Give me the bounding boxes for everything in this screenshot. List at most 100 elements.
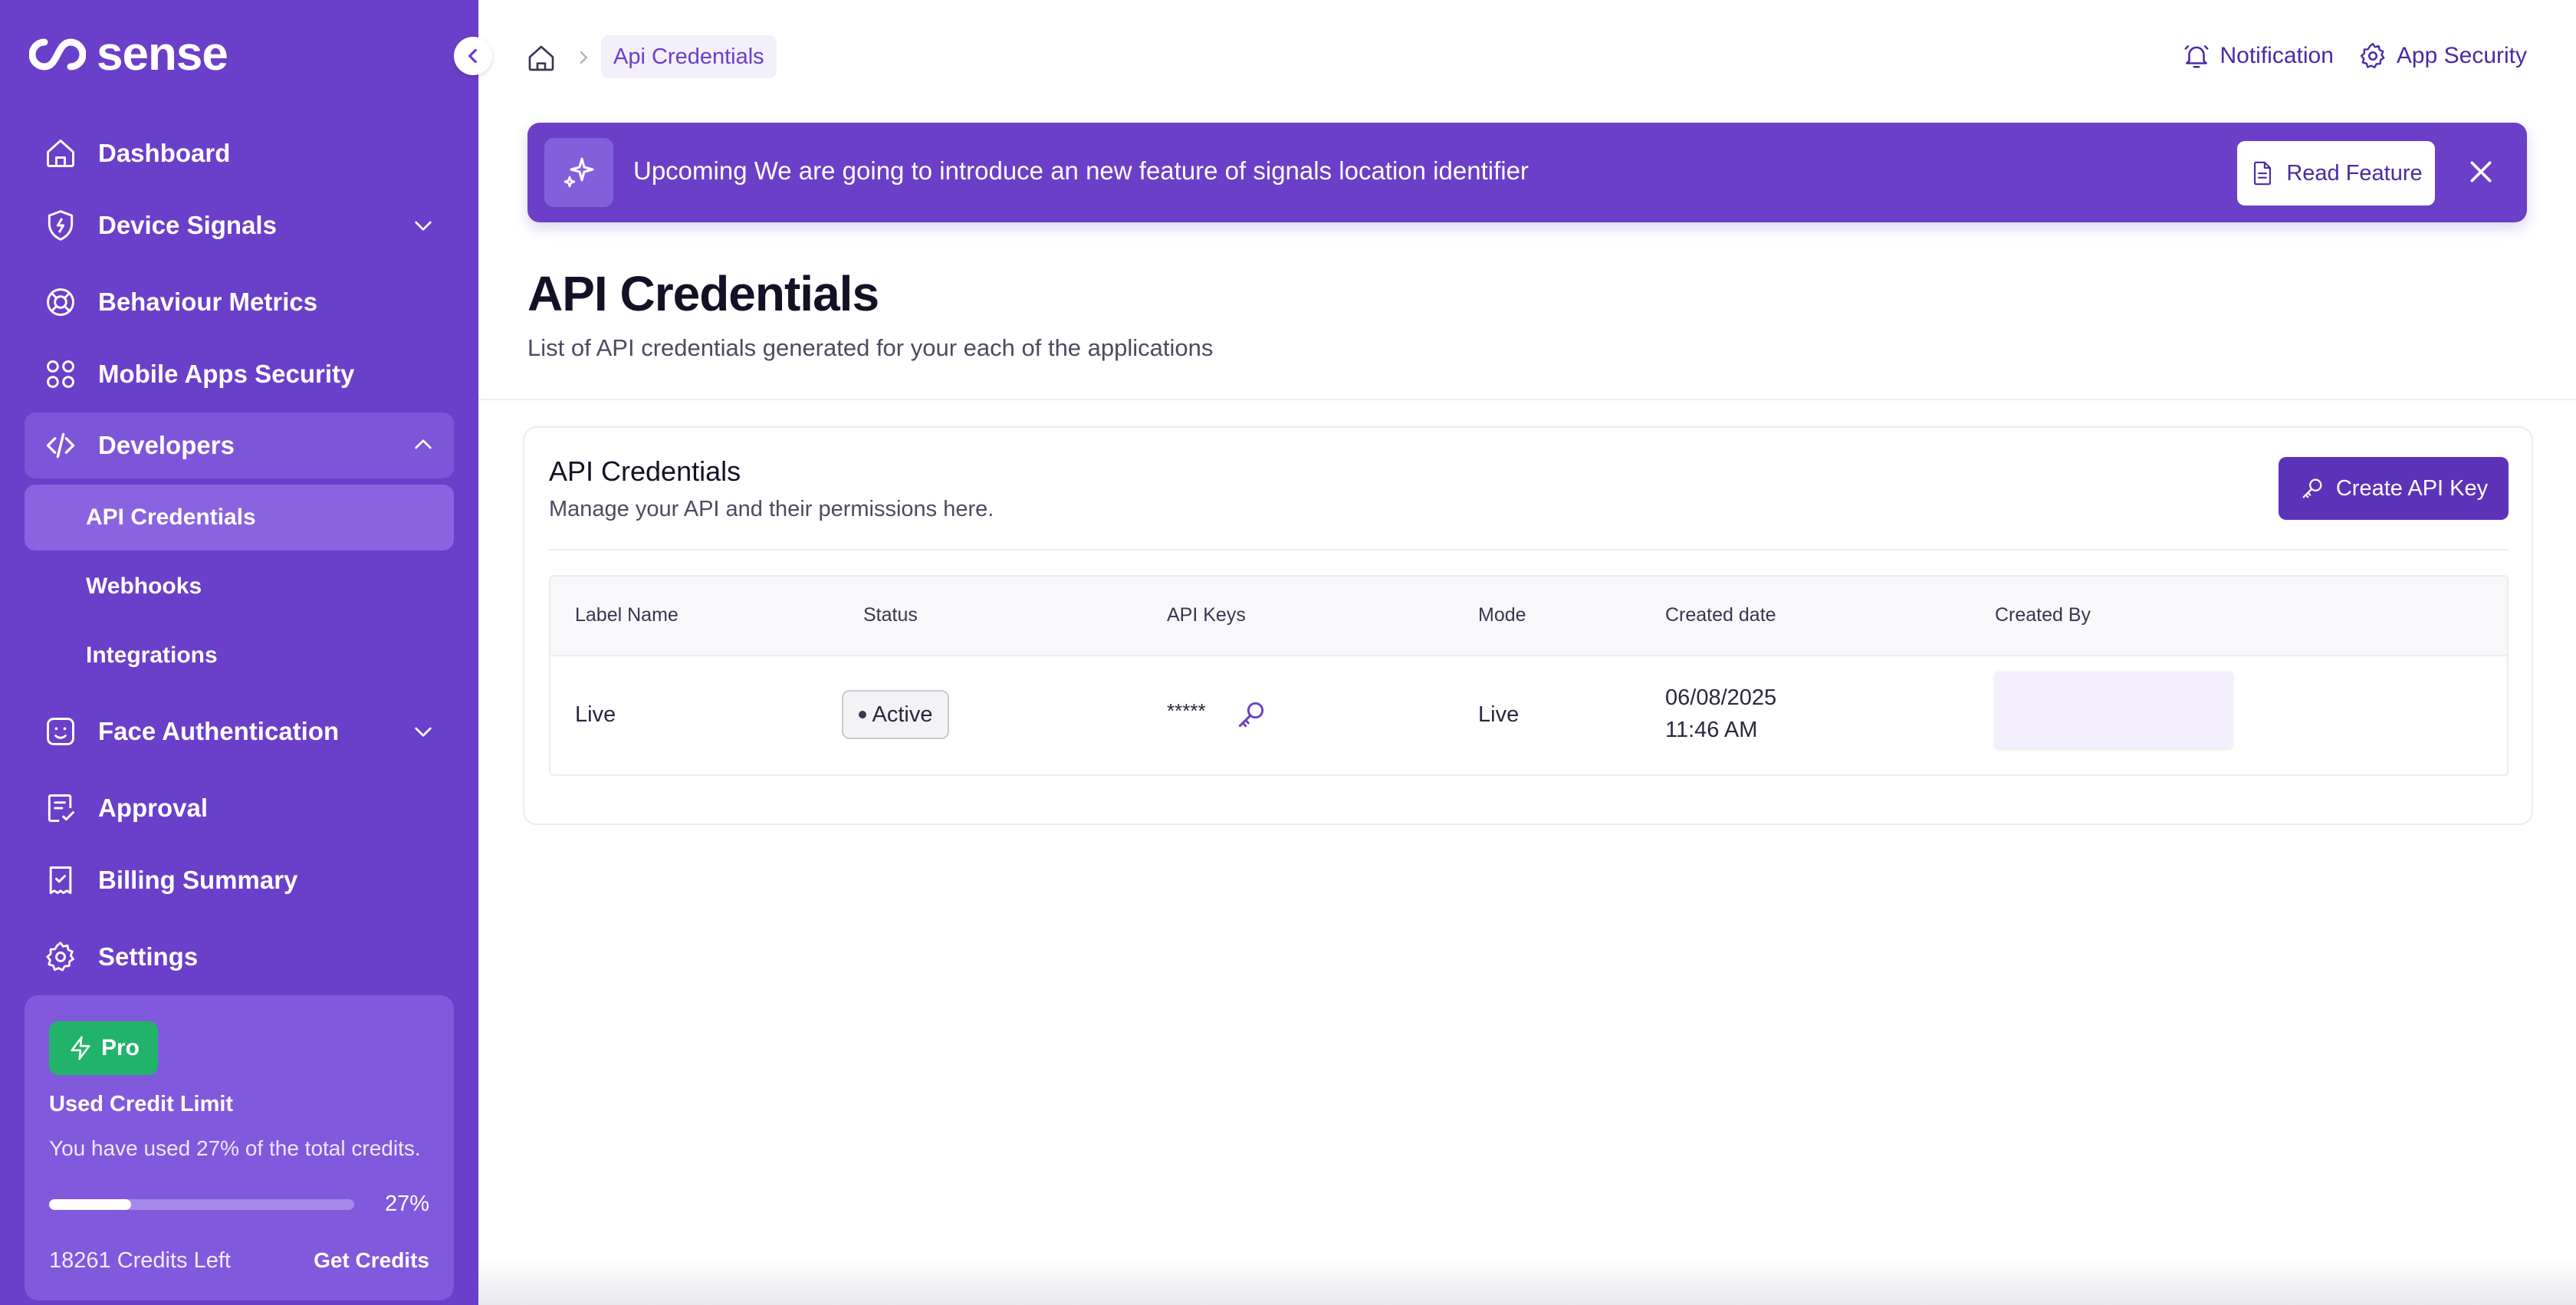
sidebar-item-behaviour-metrics[interactable]: Behaviour Metrics [25, 270, 454, 334]
header-divider [478, 399, 2576, 400]
home-icon [43, 136, 78, 171]
sidebar-item-label: Mobile Apps Security [98, 360, 355, 388]
sidebar-item-label: Device Signals [98, 211, 277, 239]
column-header-created-by[interactable]: Created By [1995, 604, 2091, 626]
credit-progress-fill [49, 1199, 132, 1210]
sidebar-item-developers[interactable]: Developers [25, 413, 454, 478]
app-logo[interactable]: sense [29, 31, 228, 78]
breadcrumb-current[interactable]: Api Credentials [601, 35, 777, 78]
credit-progress-bar [49, 1199, 354, 1210]
column-header-label-name[interactable]: Label Name [575, 604, 678, 626]
app-security-button[interactable]: App Security [2358, 41, 2527, 71]
read-feature-button[interactable]: Read Feature [2237, 141, 2435, 205]
cell-api-key-masked: ***** [1167, 699, 1206, 722]
sparkles-icon [544, 138, 613, 207]
banner-text: Upcoming We are going to introduce an ne… [633, 156, 1529, 185]
lightning-icon [71, 1036, 90, 1060]
card-divider [549, 549, 2509, 551]
gear-icon [2360, 42, 2385, 69]
sidebar-item-label: Developers [98, 431, 235, 459]
sidebar-item-label: Settings [98, 942, 199, 971]
credits-left: 18261 Credits Left [49, 1248, 231, 1273]
plan-label: Pro [100, 1035, 140, 1060]
create-api-key-label: Create API Key [2335, 475, 2489, 501]
page-title: API Credentials [527, 266, 879, 321]
read-feature-label: Read Feature [2286, 160, 2423, 186]
column-header-mode[interactable]: Mode [1478, 604, 1526, 626]
home-icon[interactable] [526, 43, 557, 74]
sense-logo-icon [29, 38, 86, 71]
column-header-api-keys[interactable]: API Keys [1167, 604, 1246, 626]
credit-usage-card: Pro Used Credit Limit You have used 27% … [25, 995, 454, 1300]
credit-percent: 27% [384, 1192, 429, 1216]
sidebar-item-label: Approval [98, 794, 209, 822]
table-header: Label Name Status API Keys Mode Created … [550, 577, 2507, 656]
credit-description: You have used 27% of the total credits. [49, 1136, 421, 1160]
page-subtitle: List of API credentials generated for yo… [527, 334, 1214, 361]
column-header-created-date[interactable]: Created date [1665, 604, 1776, 626]
code-icon [43, 428, 78, 463]
receipt-check-icon [43, 863, 78, 898]
column-header-status[interactable]: Status [863, 604, 918, 626]
close-icon[interactable] [2466, 156, 2496, 187]
status-dot [858, 711, 866, 718]
cell-created-by [1995, 672, 2233, 748]
plan-badge: Pro [49, 1021, 158, 1075]
card-title: API Credentials [549, 455, 741, 487]
status-badge: Active [842, 690, 949, 739]
create-api-key-button[interactable]: Create API Key [2279, 457, 2509, 520]
notification-label: Notification [2220, 43, 2334, 68]
sidebar-item-dashboard[interactable]: Dashboard [25, 121, 454, 186]
chevron-left-icon [468, 48, 477, 64]
collapse-sidebar-button[interactable] [454, 37, 492, 75]
sidebar-item-label: Behaviour Metrics [98, 288, 318, 316]
cell-mode: Live [1478, 702, 1520, 727]
card-subtitle: Manage your API and their permissions he… [549, 497, 994, 521]
main-content: Api Credentials Notification App Securit… [478, 0, 2576, 1305]
sidebar-item-billing-summary[interactable]: Billing Summary [25, 848, 454, 912]
sidebar-subitem-api-credentials[interactable]: API Credentials [25, 485, 454, 551]
credit-title: Used Credit Limit [49, 1092, 234, 1116]
chevron-down-icon [415, 221, 432, 231]
announcement-banner: Upcoming We are going to introduce an ne… [527, 123, 2527, 222]
bell-icon [2183, 45, 2209, 68]
sidebar-item-approval[interactable]: Approval [25, 776, 454, 840]
lifebuoy-icon [43, 284, 78, 320]
chevron-down-icon [415, 727, 432, 737]
sidebar-item-mobile-apps-security[interactable]: Mobile Apps Security [25, 342, 454, 406]
api-credentials-card: API Credentials Manage your API and thei… [523, 426, 2533, 825]
document-icon [2254, 161, 2272, 186]
face-scan-icon [43, 714, 78, 749]
sidebar-subitem-label: API Credentials [86, 505, 256, 530]
sidebar-subitem-label: Integrations [86, 643, 218, 668]
sidebar: sense Dashboard Device Signals Behaviour… [0, 0, 492, 1305]
cell-created-time: 11:46 AM [1665, 718, 1758, 742]
sidebar-item-label: Billing Summary [98, 866, 298, 894]
sidebar-item-label: Dashboard [98, 139, 231, 167]
sidebar-item-device-signals[interactable]: Device Signals [25, 193, 454, 258]
grid-icon [43, 357, 78, 392]
sidebar-subitem-webhooks[interactable]: Webhooks [25, 554, 454, 620]
sidebar-item-face-authentication[interactable]: Face Authentication [25, 699, 454, 764]
header-actions: Notification App Security [2182, 41, 2527, 71]
sidebar-item-label: Face Authentication [98, 717, 340, 745]
key-icon[interactable] [1234, 698, 1268, 731]
get-credits-link[interactable]: Get Credits [314, 1248, 429, 1273]
status-label: Active [872, 702, 933, 727]
cell-label-name: Live [575, 702, 616, 727]
cell-created-date: 06/08/2025 [1665, 685, 1777, 710]
notification-button[interactable]: Notification [2182, 41, 2334, 71]
key-icon [2302, 478, 2322, 498]
sidebar-subitem-integrations[interactable]: Integrations [25, 623, 454, 689]
sidebar-item-settings[interactable]: Settings [25, 925, 454, 989]
chevron-right-icon [580, 51, 587, 64]
sidebar-subitem-label: Webhooks [86, 574, 202, 599]
credentials-table: Label Name Status API Keys Mode Created … [549, 575, 2509, 776]
app-name: sense [97, 28, 228, 81]
gear-icon [43, 939, 78, 975]
app-security-label: App Security [2396, 43, 2527, 68]
shield-bolt-icon [43, 208, 78, 243]
checklist-icon [43, 791, 78, 826]
chevron-up-icon [415, 439, 432, 449]
bottom-shadow [478, 1257, 2576, 1305]
